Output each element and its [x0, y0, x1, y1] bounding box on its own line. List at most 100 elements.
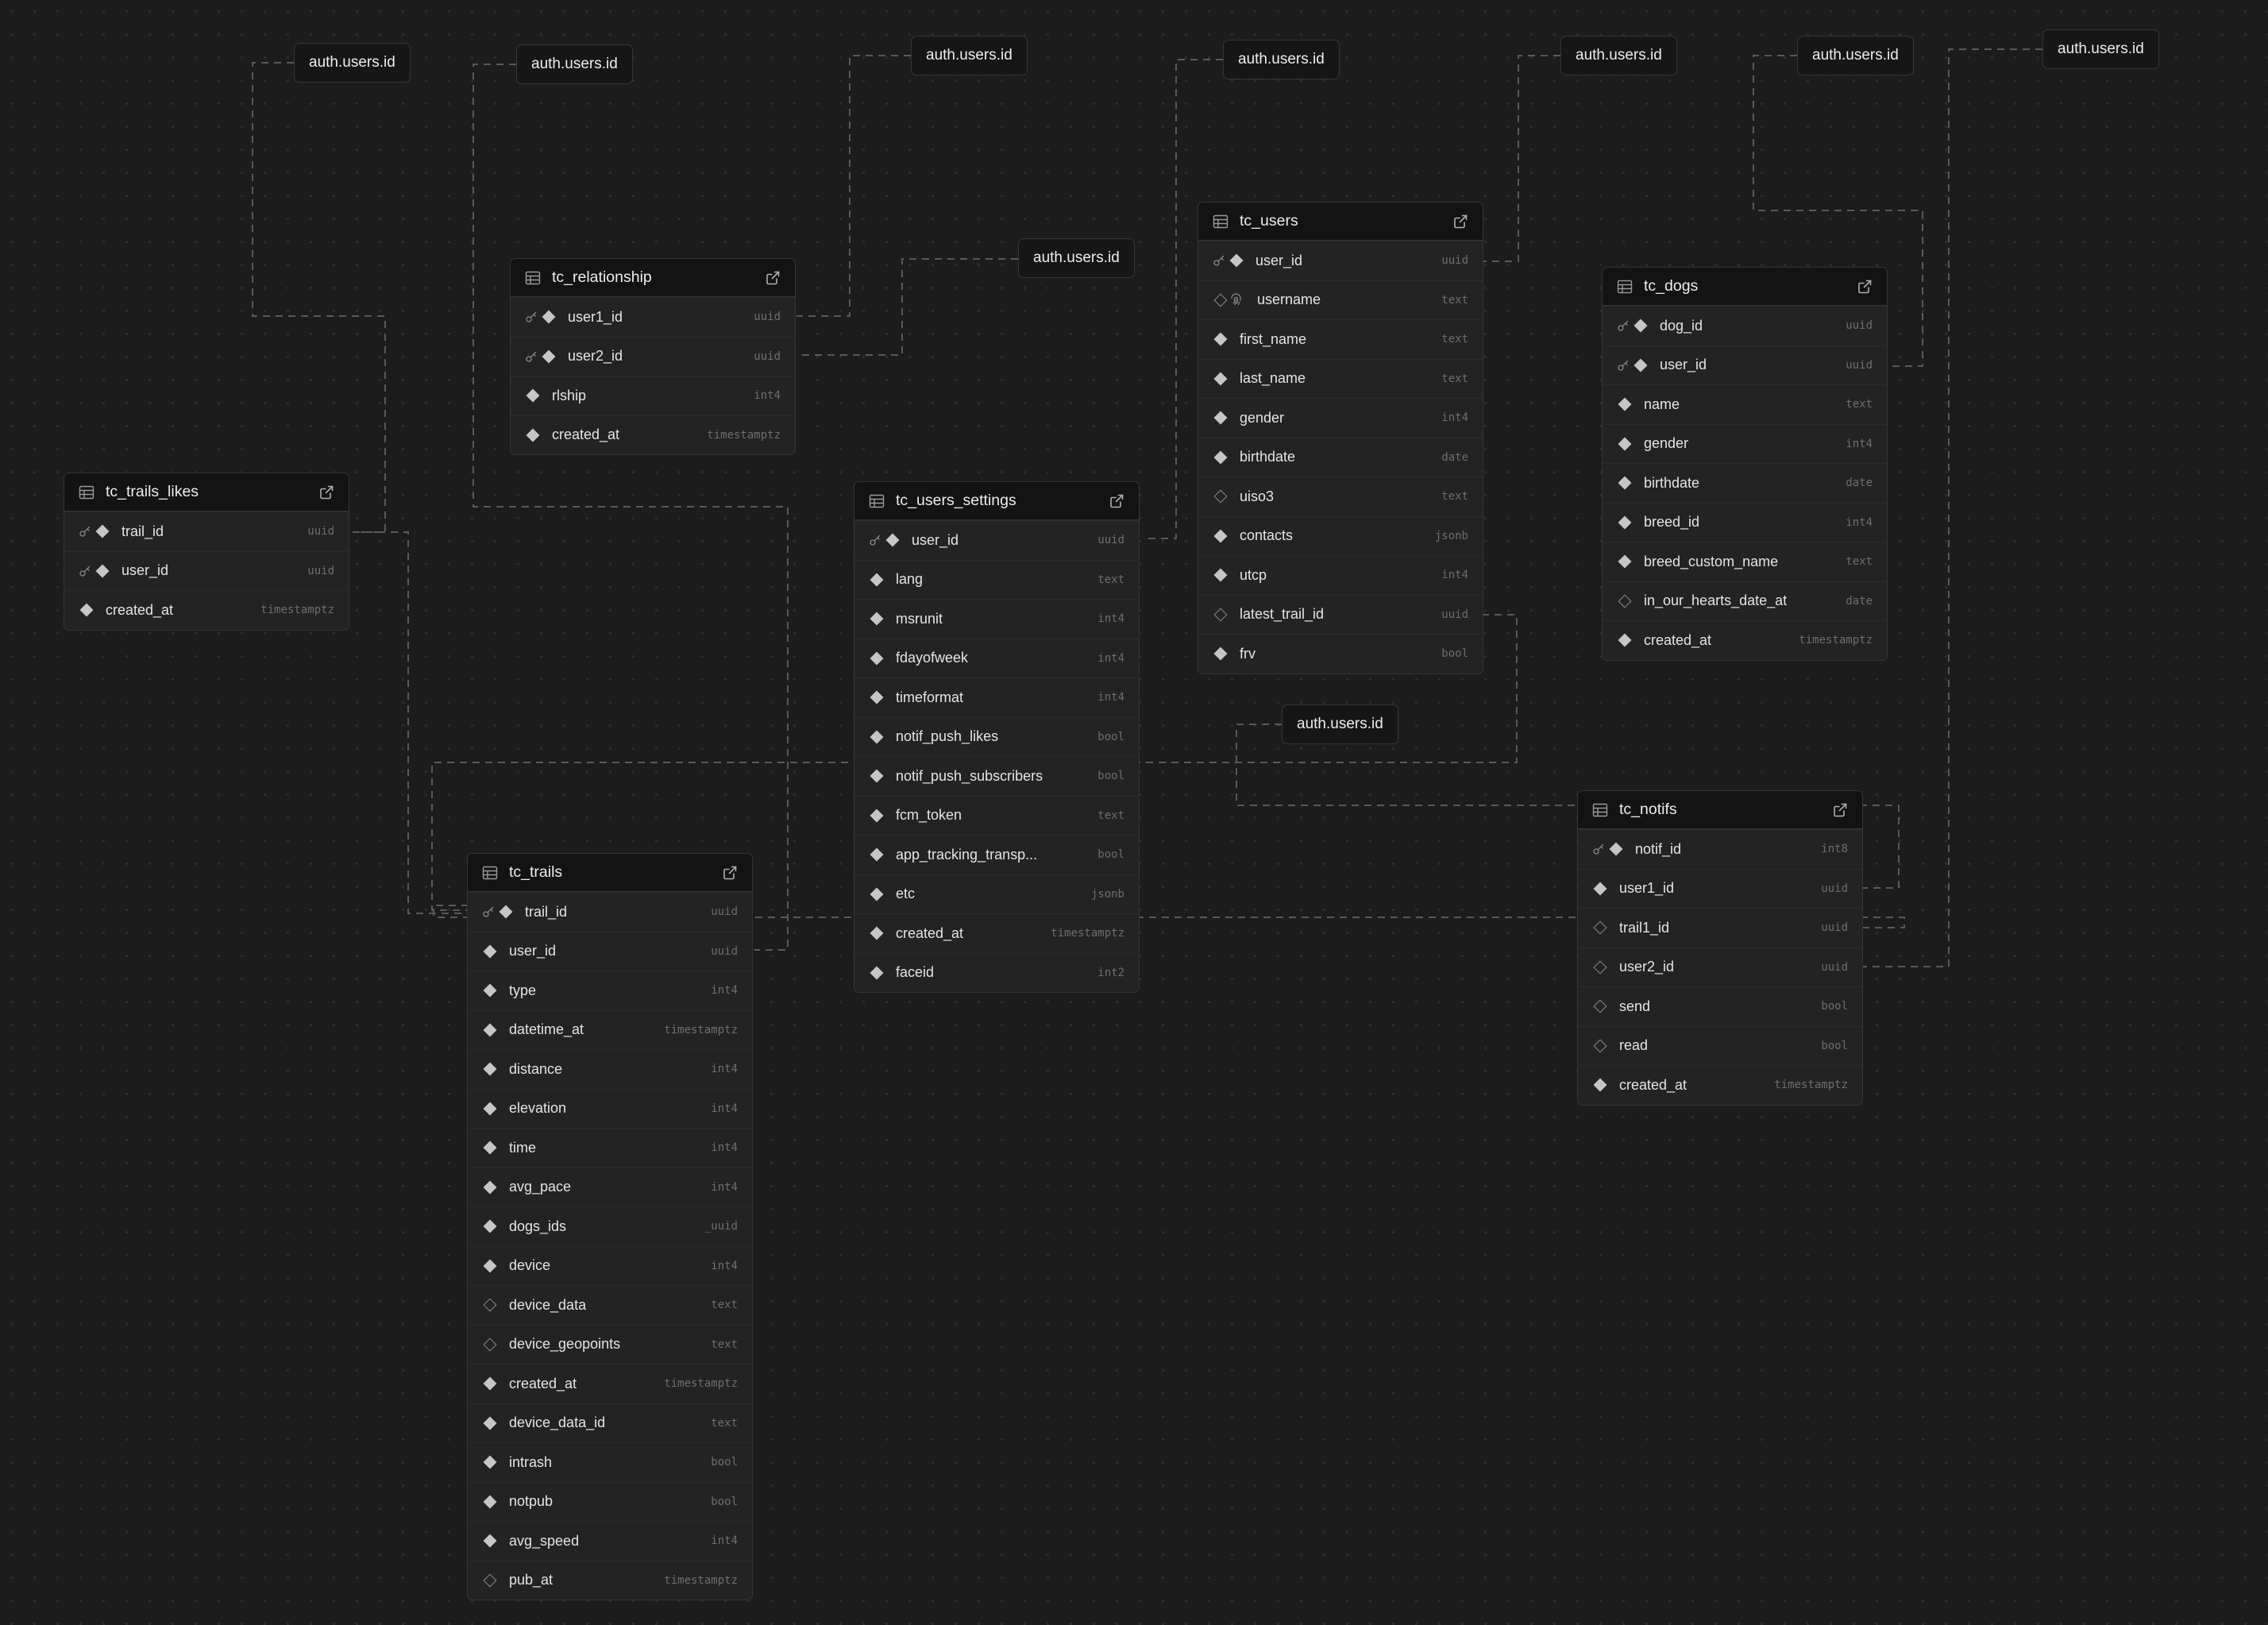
column-name: datetime_at	[509, 1021, 584, 1038]
column-row-utcp: utcp int4	[1198, 555, 1483, 595]
column-name: pub_at	[509, 1572, 554, 1588]
column-row-elevation: elevation int4	[468, 1088, 752, 1129]
non-nullable-diamond-icon	[1633, 318, 1649, 333]
column-type: int4	[1097, 651, 1124, 665]
auth-ref-node[interactable]: auth.users.id	[2042, 29, 2159, 69]
primary-key-icon	[1617, 359, 1633, 372]
open-table-icon[interactable]	[1452, 214, 1468, 230]
column-name: dogs_ids	[509, 1218, 567, 1234]
non-nullable-diamond-icon	[482, 1376, 498, 1391]
table-card-tc-trails[interactable]: tc_trails trail_id uuid user_id uuid type int4…	[467, 853, 753, 1600]
column-name: distance	[509, 1060, 563, 1077]
auth-ref-node[interactable]: auth.users.id	[516, 44, 633, 84]
primary-key-icon	[79, 565, 94, 577]
column-type: int4	[711, 1063, 738, 1076]
nullable-diamond-icon	[482, 1298, 498, 1312]
open-table-icon[interactable]	[1857, 279, 1873, 295]
column-type: uuid	[711, 905, 738, 919]
table-header[interactable]: tc_relationship	[511, 259, 795, 297]
column-name: timeformat	[896, 689, 964, 705]
non-nullable-diamond-icon	[1617, 554, 1633, 569]
table-header[interactable]: tc_dogs	[1603, 268, 1887, 306]
table-header[interactable]: tc_trails	[468, 854, 752, 892]
non-nullable-diamond-icon	[482, 1102, 498, 1116]
schema-canvas[interactable]: auth.users.id auth.users.id auth.users.i…	[0, 0, 2268, 1625]
non-nullable-diamond-icon	[482, 1180, 498, 1195]
primary-key-icon	[525, 350, 541, 363]
non-nullable-diamond-icon	[1592, 882, 1608, 896]
column-type: text	[1441, 490, 1468, 504]
table-header[interactable]: tc_trails_likes	[64, 473, 349, 511]
table-card-tc-notifs[interactable]: tc_notifs notif_id int8 user1_id uuid trail1_…	[1577, 790, 1863, 1106]
table-header[interactable]: tc_users	[1198, 203, 1483, 241]
auth-ref-node[interactable]: auth.users.id	[1560, 36, 1677, 75]
open-table-icon[interactable]	[765, 270, 781, 286]
open-table-icon[interactable]	[318, 484, 334, 500]
column-name: send	[1619, 998, 1651, 1014]
column-row-fdayofweek: fdayofweek int4	[854, 638, 1139, 678]
non-nullable-diamond-icon	[1592, 1078, 1608, 1092]
open-table-icon[interactable]	[1109, 493, 1124, 509]
non-nullable-diamond-icon	[1213, 450, 1228, 465]
non-nullable-diamond-icon	[1617, 633, 1633, 647]
column-name: created_at	[552, 427, 620, 443]
column-name: notif_push_subscribers	[896, 767, 1043, 784]
column-row-breed-custom-name: breed_custom_name text	[1603, 542, 1887, 581]
column-name: frv	[1240, 645, 1256, 662]
column-row-time: time int4	[468, 1128, 752, 1168]
table-name: tc_users	[1240, 212, 1298, 230]
column-type: int8	[1821, 843, 1848, 856]
column-name: notif_push_likes	[896, 728, 999, 745]
auth-ref-node[interactable]: auth.users.id	[1223, 40, 1340, 79]
open-table-icon[interactable]	[1832, 802, 1848, 818]
non-nullable-diamond-icon	[869, 887, 885, 901]
auth-ref-node[interactable]: auth.users.id	[294, 43, 411, 83]
table-icon	[525, 270, 541, 286]
column-row-timeformat: timeformat int4	[854, 677, 1139, 717]
column-type: timestamptz	[664, 1377, 738, 1391]
column-type: timestamptz	[707, 428, 781, 442]
non-nullable-diamond-icon	[541, 349, 557, 364]
auth-ref-node[interactable]: auth.users.id	[1282, 704, 1398, 744]
table-card-tc-relationship[interactable]: tc_relationship user1_id uuid user2_id uuid r…	[510, 258, 796, 455]
primary-key-icon	[1592, 843, 1608, 855]
column-row-dogs-ids: dogs_ids _uuid	[468, 1206, 752, 1246]
table-header[interactable]: tc_users_settings	[854, 482, 1139, 520]
column-type: int4	[1441, 411, 1468, 425]
non-nullable-diamond-icon	[1213, 372, 1228, 386]
primary-key-icon	[79, 525, 94, 538]
non-nullable-diamond-icon	[1213, 568, 1228, 582]
column-row-gender: gender int4	[1198, 398, 1483, 438]
column-type: uuid	[307, 525, 334, 538]
column-name: type	[509, 982, 537, 998]
column-name: user2_id	[1619, 959, 1675, 975]
auth-ref-node[interactable]: auth.users.id	[1018, 238, 1135, 278]
column-row-device-data: device_data text	[468, 1285, 752, 1325]
nullable-diamond-icon	[1592, 1039, 1608, 1053]
open-table-icon[interactable]	[722, 865, 738, 881]
auth-ref-node[interactable]: auth.users.id	[911, 36, 1028, 75]
column-row-user2-id: user2_id uuid	[511, 336, 795, 376]
table-header[interactable]: tc_notifs	[1578, 791, 1862, 829]
column-name: user_id	[1256, 252, 1303, 268]
column-type: bool	[1441, 647, 1468, 661]
table-icon	[79, 484, 94, 500]
table-card-tc-users[interactable]: tc_users user_id uuid username text first_nam…	[1198, 202, 1483, 674]
column-name: device	[509, 1257, 551, 1274]
table-card-tc-dogs[interactable]: tc_dogs dog_id uuid user_id uuid name text gend…	[1602, 267, 1888, 661]
column-type: timestamptz	[1799, 634, 1873, 647]
column-name: breed_custom_name	[1644, 553, 1779, 569]
column-name: etc	[896, 886, 916, 902]
auth-ref-node[interactable]: auth.users.id	[1797, 36, 1914, 75]
non-nullable-diamond-icon	[482, 944, 498, 959]
column-name: gender	[1240, 409, 1285, 426]
column-name: created_at	[1644, 631, 1712, 648]
table-card-tc-trails-likes[interactable]: tc_trails_likes trail_id uuid user_id uuid cr…	[64, 473, 349, 631]
column-name: latest_trail_id	[1240, 606, 1325, 623]
column-row-avg-pace: avg_pace int4	[468, 1167, 752, 1207]
non-nullable-diamond-icon	[869, 847, 885, 862]
column-row-fcm-token: fcm_token text	[854, 795, 1139, 836]
table-card-tc-users-settings[interactable]: tc_users_settings user_id uuid lang text msru…	[854, 481, 1140, 993]
column-row-created-at: created_at timestamptz	[468, 1364, 752, 1403]
column-row-trail-id: trail_id uuid	[468, 892, 752, 932]
